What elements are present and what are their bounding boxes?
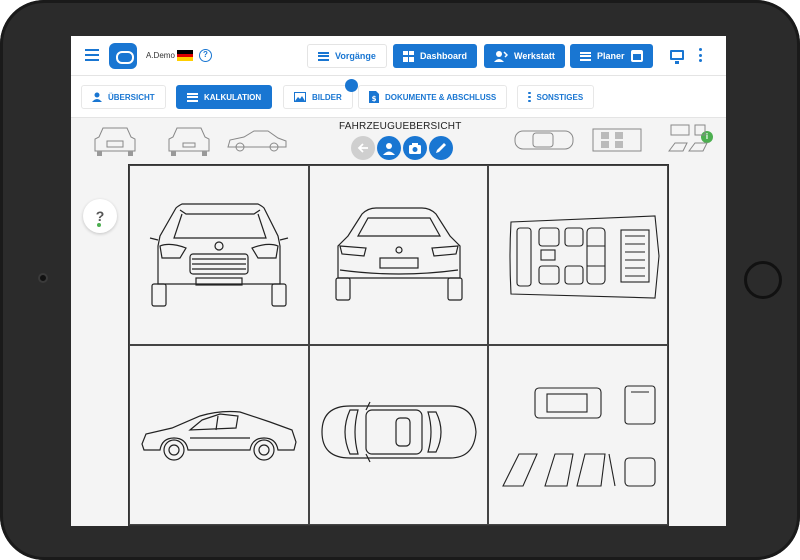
thumb-parts-icon[interactable]	[667, 123, 711, 157]
tab-sonstiges[interactable]: SONSTIGES	[517, 85, 595, 109]
notification-dot	[345, 79, 358, 92]
vorgaenge-label: Vorgänge	[335, 51, 376, 61]
car-interior-drawing	[509, 215, 660, 299]
tab-sonstiges-label: SONSTIGES	[536, 92, 584, 102]
camera-icon	[409, 143, 421, 154]
tab-uebersicht-label: ÜBERSICHT	[108, 92, 155, 102]
planer-button[interactable]: Planer	[570, 44, 653, 68]
thumb-front-icon[interactable]	[91, 123, 139, 157]
tab-bilder-label: BILDER	[312, 92, 342, 102]
thumb-side-icon[interactable]	[226, 123, 288, 157]
car-side-drawing	[141, 410, 297, 461]
tablet-frame: A.Demo ? Vorgänge Dashboard Werkstatt Pl…	[0, 0, 800, 560]
more-vert-icon[interactable]	[699, 48, 703, 62]
tab-bar: ÜBERSICHT KALKULATION BILDER $ DOKUMENTE…	[71, 76, 726, 143]
monitor-icon[interactable]	[670, 50, 684, 64]
help-icon[interactable]: ?	[199, 49, 212, 62]
list-icon	[318, 51, 329, 61]
planer-list-icon	[580, 51, 591, 61]
pencil-icon	[436, 143, 446, 153]
vehicle-view-grid	[128, 164, 669, 526]
edit-button[interactable]	[429, 136, 453, 160]
vorgaenge-button[interactable]: Vorgänge	[307, 44, 387, 68]
front-camera	[38, 273, 48, 283]
thumb-top-icon[interactable]	[511, 123, 577, 157]
thumb-rear-icon[interactable]	[165, 123, 213, 157]
tab-bilder[interactable]: BILDER	[283, 85, 353, 109]
top-bar: A.Demo ? Vorgänge Dashboard Werkstatt Pl…	[71, 36, 726, 76]
tab-dokumente-label: DOKUMENTE & ABSCHLUSS	[385, 92, 497, 102]
werkstatt-label: Werkstatt	[514, 51, 555, 61]
person-icon	[92, 92, 102, 102]
home-button	[744, 261, 782, 299]
view-side[interactable]	[129, 345, 309, 525]
help-fab[interactable]: ?	[83, 199, 117, 233]
tab-kalkulation-label: KALKULATION	[204, 92, 262, 102]
tab-uebersicht[interactable]: ÜBERSICHT	[81, 85, 166, 109]
dashboard-label: Dashboard	[420, 51, 468, 61]
page-title: FAHRZEUGUEBERSICHT	[339, 121, 462, 132]
more-vert-small-icon	[528, 91, 531, 103]
document-icon: $	[369, 91, 379, 103]
german-flag-icon[interactable]	[177, 50, 193, 61]
person-icon	[383, 143, 395, 155]
view-interior[interactable]	[488, 165, 668, 345]
svg-text:$: $	[372, 95, 377, 103]
cloud-logo-icon[interactable]	[109, 43, 137, 69]
image-icon	[294, 92, 306, 102]
planer-label: Planer	[597, 51, 625, 61]
app-screen: A.Demo ? Vorgänge Dashboard Werkstatt Pl…	[71, 36, 726, 526]
back-arrow-icon	[357, 143, 368, 153]
dashboard-button[interactable]: Dashboard	[393, 44, 478, 68]
car-top-drawing	[321, 401, 477, 463]
view-front[interactable]	[129, 165, 309, 345]
thumb-interior-icon[interactable]	[589, 123, 645, 157]
help-fab-dot	[97, 223, 101, 227]
view-parts[interactable]	[488, 345, 668, 525]
menu-icon[interactable]	[85, 49, 99, 61]
car-parts-drawing	[502, 385, 656, 487]
person-button[interactable]	[377, 136, 401, 160]
dashboard-icon	[403, 50, 414, 62]
car-front-drawing	[149, 203, 289, 307]
view-rear[interactable]	[308, 165, 489, 345]
calendar-icon	[630, 50, 643, 62]
user-name: A.Demo	[146, 51, 175, 60]
werkstatt-button[interactable]: Werkstatt	[484, 44, 565, 68]
tab-dokumente[interactable]: $ DOKUMENTE & ABSCHLUSS	[358, 85, 508, 109]
tab-kalkulation[interactable]: KALKULATION	[176, 85, 273, 109]
view-top[interactable]	[308, 345, 489, 525]
help-fab-label: ?	[95, 208, 105, 224]
back-button[interactable]	[351, 136, 375, 160]
workshop-icon	[494, 51, 508, 62]
car-rear-drawing	[335, 207, 463, 301]
camera-button[interactable]	[403, 136, 427, 160]
calc-list-icon	[187, 92, 198, 102]
